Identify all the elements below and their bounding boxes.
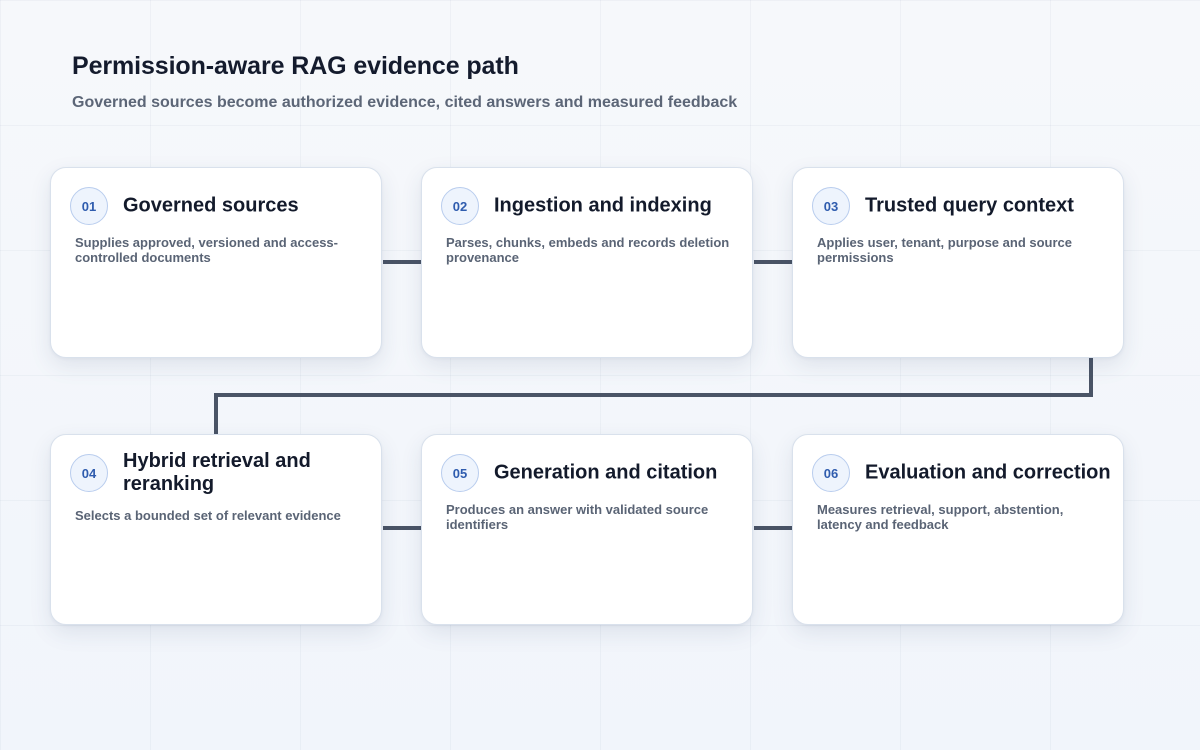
step-title: Ingestion and indexing bbox=[494, 194, 712, 217]
step-card-06: 06 Evaluation and correction Measures re… bbox=[792, 434, 1124, 625]
step-description: Supplies approved, versioned and access-… bbox=[75, 235, 338, 265]
step-title: Generation and citation bbox=[494, 461, 718, 484]
connector-03-04 bbox=[214, 357, 1093, 434]
step-description: Selects a bounded set of relevant eviden… bbox=[75, 508, 341, 523]
step-card-02: 02 Ingestion and indexing Parses, chunks… bbox=[421, 167, 753, 358]
step-card-05: 05 Generation and citation Produces an a… bbox=[421, 434, 753, 625]
step-title: Evaluation and correction bbox=[865, 461, 1111, 484]
step-number-badge: 06 bbox=[812, 454, 850, 492]
step-card-04: 04 Hybrid retrieval and reranking Select… bbox=[50, 434, 382, 625]
step-number-badge: 05 bbox=[441, 454, 479, 492]
step-number-badge: 03 bbox=[812, 187, 850, 225]
flow-connectors bbox=[214, 260, 1093, 530]
step-title: Trusted query context bbox=[865, 194, 1074, 217]
step-card-03: 03 Trusted query context Applies user, t… bbox=[792, 167, 1124, 358]
step-description: Produces an answer with validated source… bbox=[446, 502, 709, 532]
step-number-badge: 02 bbox=[441, 187, 479, 225]
step-title: Hybrid retrieval and reranking bbox=[123, 450, 311, 495]
step-number-badge: 04 bbox=[70, 454, 108, 492]
step-title: Governed sources bbox=[123, 194, 299, 217]
step-description: Measures retrieval, support, abstention,… bbox=[817, 502, 1064, 532]
step-number-badge: 01 bbox=[70, 187, 108, 225]
step-card-01: 01 Governed sources Supplies approved, v… bbox=[50, 167, 382, 358]
step-description: Parses, chunks, embeds and records delet… bbox=[446, 235, 730, 265]
step-description: Applies user, tenant, purpose and source… bbox=[817, 235, 1073, 265]
